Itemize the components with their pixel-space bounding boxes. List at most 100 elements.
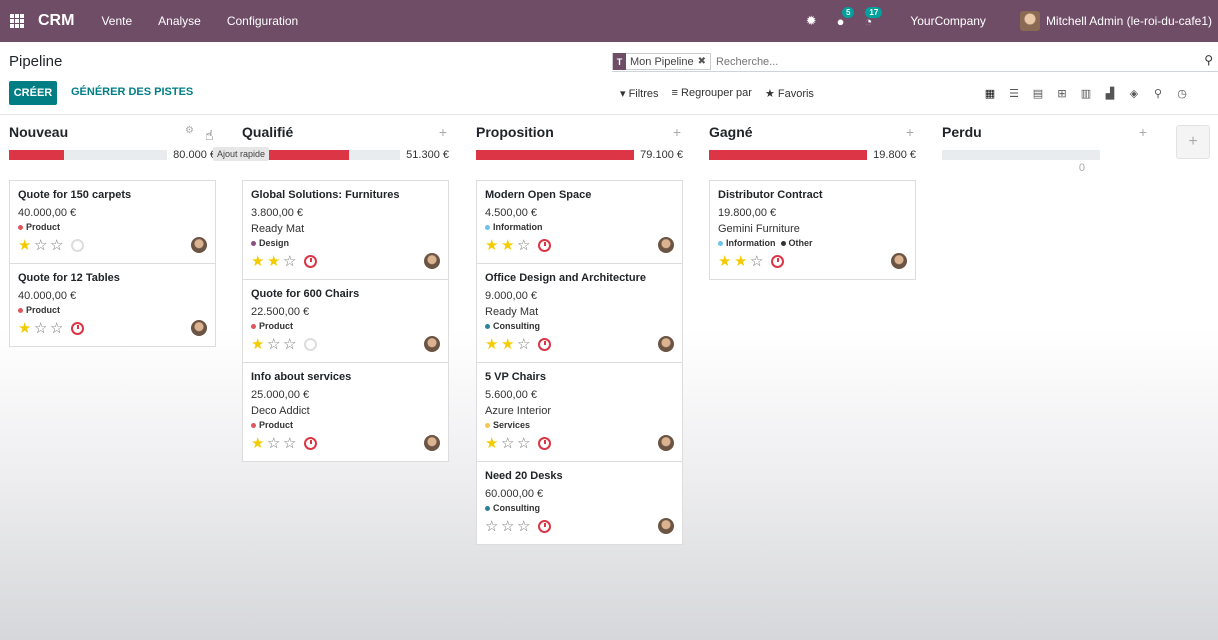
graph-view-icon[interactable]: ▥ bbox=[1074, 84, 1098, 102]
column-title[interactable]: Perdu bbox=[942, 124, 1149, 140]
groupby-dropdown[interactable]: ≡ Regrouper par bbox=[672, 87, 752, 100]
activity-clock-icon[interactable] bbox=[538, 238, 551, 252]
activity-clock-icon[interactable] bbox=[538, 337, 551, 351]
lead-card[interactable]: Quote for 12 Tables 40.000,00 € Product ★ ☆ ☆ bbox=[10, 264, 215, 346]
menu-analyse[interactable]: Analyse bbox=[158, 14, 201, 28]
column-progress[interactable]: 79.100 € bbox=[476, 149, 683, 161]
search-input[interactable] bbox=[715, 55, 1218, 68]
activity-clock-icon[interactable] bbox=[538, 519, 551, 533]
generate-leads-button[interactable]: GÉNÉRER DES PISTES bbox=[71, 86, 193, 98]
star-icon[interactable]: ☆ bbox=[517, 337, 533, 352]
star-icon[interactable]: ☆ bbox=[517, 238, 533, 253]
column-settings-icon[interactable]: ⚙ bbox=[185, 125, 194, 136]
tag-label: Design bbox=[259, 238, 290, 248]
star-icon[interactable]: ★ bbox=[251, 337, 267, 352]
quick-create-icon[interactable]: + bbox=[673, 124, 681, 140]
cohort-view-icon[interactable]: ▟ bbox=[1098, 84, 1122, 102]
activity-clock-icon[interactable] bbox=[771, 254, 784, 268]
column-title[interactable]: Qualifié bbox=[242, 124, 449, 140]
column-progress[interactable]: 19.800 € bbox=[709, 149, 916, 161]
star-icon[interactable]: ☆ bbox=[34, 238, 50, 253]
bug-icon[interactable]: ✹ bbox=[806, 13, 817, 29]
lead-card[interactable]: Info about services 25.000,00 € Deco Addic… bbox=[243, 363, 448, 461]
calendar-view-icon[interactable]: ▤ bbox=[1026, 84, 1050, 102]
activity-clock-icon[interactable] bbox=[304, 254, 317, 268]
star-icon[interactable]: ★ bbox=[251, 436, 267, 451]
messages-icon[interactable]: ● 5 bbox=[837, 6, 855, 29]
star-icon[interactable]: ★ bbox=[267, 254, 283, 269]
lead-card[interactable]: Distributor Contract 19.800,00 € Gemini Fu… bbox=[710, 181, 915, 279]
menu-configuration[interactable]: Configuration bbox=[227, 14, 298, 28]
search-icon[interactable]: ⚲ bbox=[1204, 53, 1213, 67]
lead-card[interactable]: Quote for 150 carpets 40.000,00 € Product ★… bbox=[10, 181, 215, 264]
star-icon[interactable]: ★ bbox=[718, 254, 734, 269]
activity-clock-icon[interactable] bbox=[71, 321, 84, 335]
column-progress[interactable]: 51.300 € bbox=[242, 149, 449, 161]
lead-card[interactable]: Global Solutions: Furnitures 3.800,00 € Re… bbox=[243, 181, 448, 280]
activity-clock-icon[interactable] bbox=[538, 436, 551, 450]
lead-card[interactable]: Need 20 Desks 60.000,00 € Consulting ☆ ☆ ☆ bbox=[477, 462, 682, 544]
search-options: ▾ Filtres ≡ Regrouper par ★ Favoris bbox=[620, 87, 827, 100]
user-avatar[interactable] bbox=[1019, 11, 1040, 31]
quick-create-icon[interactable]: + bbox=[439, 124, 447, 140]
star-icon[interactable]: ★ bbox=[18, 238, 34, 253]
map-view-icon[interactable]: ⚲ bbox=[1146, 84, 1170, 102]
lead-card[interactable]: Office Design and Architecture 9.000,00 €… bbox=[477, 264, 682, 363]
favorites-dropdown[interactable]: ★ Favoris bbox=[765, 87, 814, 100]
pivot-view-icon[interactable]: ⊞ bbox=[1050, 84, 1074, 102]
star-icon[interactable]: ☆ bbox=[283, 254, 299, 269]
quick-create-icon[interactable]: + bbox=[1139, 124, 1147, 140]
star-icon[interactable]: ☆ bbox=[267, 436, 283, 451]
kanban-view-icon[interactable]: ▦ bbox=[978, 84, 1002, 102]
star-icon[interactable]: ☆ bbox=[283, 436, 299, 451]
star-icon[interactable]: ☆ bbox=[517, 519, 533, 534]
star-icon[interactable]: ☆ bbox=[517, 436, 533, 451]
column-title[interactable]: Proposition bbox=[476, 124, 683, 140]
menu-vente[interactable]: Vente bbox=[101, 14, 132, 28]
star-icon[interactable]: ★ bbox=[734, 254, 750, 269]
app-brand[interactable]: CRM bbox=[38, 12, 74, 30]
star-icon[interactable]: ☆ bbox=[34, 321, 50, 336]
star-icon[interactable]: ★ bbox=[485, 337, 501, 352]
column-progress[interactable]: 80.000 € bbox=[9, 149, 216, 161]
create-button[interactable]: CRÉER bbox=[9, 81, 57, 105]
star-icon[interactable]: ☆ bbox=[283, 337, 299, 352]
star-icon[interactable]: ☆ bbox=[50, 238, 66, 253]
lead-card[interactable]: 5 VP Chairs 5.600,00 € Azure Interior Servi… bbox=[477, 363, 682, 462]
star-icon[interactable]: ★ bbox=[501, 337, 517, 352]
filters-dropdown[interactable]: ▾ Filtres bbox=[620, 87, 659, 100]
card-tags: Consulting bbox=[485, 321, 674, 331]
star-icon[interactable]: ☆ bbox=[485, 519, 501, 534]
star-icon[interactable]: ★ bbox=[18, 321, 34, 336]
activity-clock-icon[interactable] bbox=[304, 436, 317, 450]
apps-menu-icon[interactable] bbox=[10, 14, 24, 28]
activities-icon[interactable]: ◔ 17 bbox=[864, 6, 883, 29]
column-title[interactable]: Gagné bbox=[709, 124, 916, 140]
star-icon[interactable]: ☆ bbox=[501, 436, 517, 451]
quick-create-icon[interactable]: + bbox=[906, 124, 914, 140]
priority-stars: ★ ☆ ☆ bbox=[18, 238, 66, 253]
user-menu[interactable]: Mitchell Admin (le-roi-du-cafe1) bbox=[1046, 14, 1212, 28]
facet-remove-icon[interactable]: ✖ bbox=[698, 56, 710, 67]
star-icon[interactable]: ★ bbox=[501, 238, 517, 253]
add-column-button[interactable]: + bbox=[1176, 125, 1210, 159]
dashboard-view-icon[interactable]: ◈ bbox=[1122, 84, 1146, 102]
star-icon[interactable]: ☆ bbox=[267, 337, 283, 352]
activity-clock-icon[interactable] bbox=[304, 337, 317, 351]
activity-view-icon[interactable]: ◷ bbox=[1170, 84, 1194, 102]
star-icon[interactable]: ☆ bbox=[750, 254, 766, 269]
star-icon[interactable]: ★ bbox=[251, 254, 267, 269]
tag-label: Product bbox=[26, 222, 61, 232]
column-progress[interactable]: 0 bbox=[942, 150, 1149, 174]
star-icon[interactable]: ☆ bbox=[50, 321, 66, 336]
activity-clock-icon[interactable] bbox=[71, 238, 84, 252]
star-icon[interactable]: ★ bbox=[485, 238, 501, 253]
star-icon[interactable]: ☆ bbox=[501, 519, 517, 534]
page-title: Pipeline bbox=[9, 53, 63, 70]
list-view-icon[interactable]: ☰ bbox=[1002, 84, 1026, 102]
star-icon[interactable]: ★ bbox=[485, 436, 501, 451]
lead-card[interactable]: Quote for 600 Chairs 22.500,00 € Product ★ ☆… bbox=[243, 280, 448, 363]
company-switcher[interactable]: YourCompany bbox=[910, 14, 986, 28]
lead-card[interactable]: Modern Open Space 4.500,00 € Information ★ ★… bbox=[477, 181, 682, 264]
tag-color-dot bbox=[251, 323, 256, 329]
